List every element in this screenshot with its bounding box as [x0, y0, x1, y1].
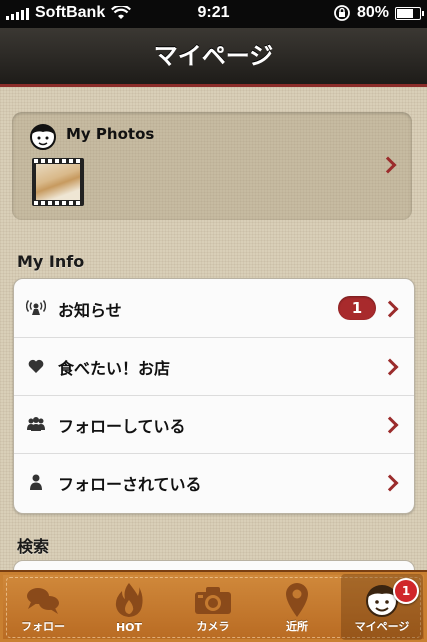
- tab-label: 近所: [286, 620, 308, 633]
- list-item-notifications[interactable]: お知らせ 1: [14, 279, 414, 338]
- tab-badge: 1: [393, 578, 419, 604]
- battery-icon: [395, 6, 424, 20]
- page-title: マイページ: [153, 42, 274, 70]
- tab-label: カメラ: [196, 620, 230, 633]
- rotation-lock-icon: [334, 5, 350, 21]
- tab-label: HOT: [115, 621, 143, 634]
- users-icon: [26, 414, 46, 434]
- chevron-right-icon: [381, 300, 399, 318]
- list-item-followers[interactable]: フォローされている: [14, 453, 414, 511]
- map-pin-icon: [256, 582, 338, 618]
- search-header: 検索: [17, 537, 50, 556]
- chevron-right-icon: [381, 474, 399, 492]
- my-info-list: お知らせ 1 食べたい！お店 フォローしている フォローされている: [13, 278, 415, 514]
- chevron-right-icon: [379, 156, 397, 174]
- battery-percent: 80%: [356, 4, 389, 21]
- tab-label: フォロー: [21, 620, 65, 633]
- user-icon: [26, 472, 46, 492]
- list-item-label: 食べたい！お店: [58, 359, 171, 378]
- chat-bubbles-icon: [2, 582, 84, 618]
- tab-nearby[interactable]: 近所: [256, 574, 338, 640]
- status-bar: SoftBank 9:21 80%: [0, 0, 427, 28]
- photo-thumbnail[interactable]: [32, 158, 84, 206]
- my-info-header: My Info: [17, 252, 85, 271]
- tab-camera[interactable]: カメラ: [172, 574, 254, 640]
- tab-hot[interactable]: HOT: [88, 574, 170, 640]
- navigation-bar: マイページ: [0, 28, 427, 87]
- tab-follow[interactable]: フォロー: [2, 574, 84, 640]
- my-photos-label: My Photos: [66, 125, 155, 143]
- my-photos-panel[interactable]: My Photos: [12, 112, 412, 220]
- flame-icon: [88, 582, 170, 618]
- list-item-following[interactable]: フォローしている: [14, 395, 414, 454]
- tab-bar: フォロー HOT カメラ 近所 マイページ 1: [0, 570, 427, 642]
- list-item-want-to-eat[interactable]: 食べたい！お店: [14, 337, 414, 396]
- face-icon: [30, 124, 56, 150]
- broadcast-icon: [26, 298, 46, 318]
- list-item-label: お知らせ: [58, 301, 122, 320]
- chevron-right-icon: [381, 358, 399, 376]
- list-item-label: フォローされている: [58, 475, 202, 494]
- notification-badge: 1: [338, 296, 376, 320]
- list-item-label: フォローしている: [58, 417, 186, 436]
- camera-icon: [172, 582, 254, 618]
- chevron-right-icon: [381, 416, 399, 434]
- tab-mypage[interactable]: マイページ 1: [341, 574, 423, 640]
- tab-label: マイページ: [354, 620, 410, 633]
- heart-icon: [26, 356, 46, 376]
